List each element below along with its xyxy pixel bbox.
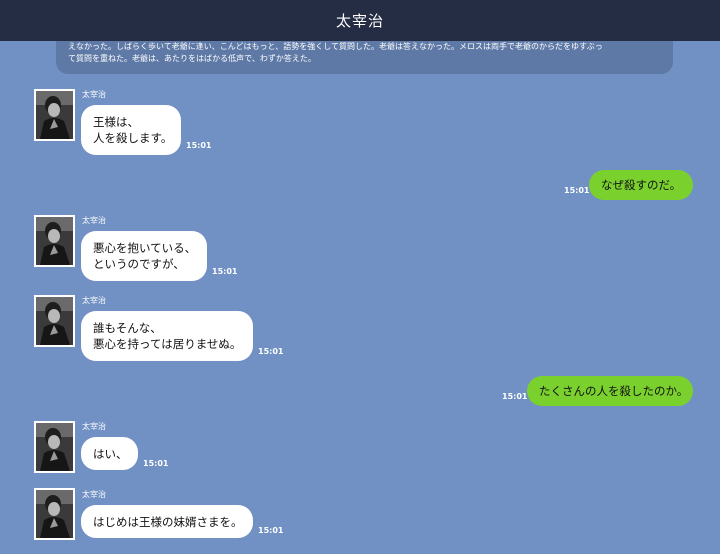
incoming-message-bubble[interactable]: 王様は、 人を殺します。: [81, 105, 181, 155]
outgoing-message-bubble[interactable]: なぜ殺すのだ。: [589, 170, 693, 200]
author-portrait-icon: [36, 490, 73, 538]
sender-name: 太宰治: [82, 90, 106, 99]
sender-name: 太宰治: [82, 296, 106, 305]
avatar[interactable]: [34, 421, 75, 473]
message-text: というのですが、: [93, 257, 185, 271]
chat-header: 太宰治: [0, 0, 720, 41]
author-portrait-icon: [36, 423, 73, 471]
message-text: 悪心を持っては居りませぬ。: [93, 337, 242, 351]
sender-name: 太宰治: [82, 216, 106, 225]
message-time: 15:01: [258, 526, 284, 535]
author-portrait-icon: [36, 217, 73, 265]
author-portrait-icon: [36, 91, 73, 139]
sender-name: 太宰治: [82, 490, 106, 499]
message-time: 15:01: [186, 141, 212, 150]
author-portrait-icon: [36, 297, 73, 345]
avatar[interactable]: [34, 89, 75, 141]
message-text: 誰もそんな、: [93, 321, 162, 335]
message-text: はじめは王様の妹婿さまを。: [93, 514, 243, 529]
avatar[interactable]: [34, 295, 75, 347]
outgoing-message-bubble[interactable]: たくさんの人を殺したのか。: [527, 376, 693, 406]
message-text: 人を殺します。: [93, 131, 173, 145]
message-time: 15:01: [502, 392, 528, 401]
chat-title: 太宰治: [335, 12, 384, 30]
message-text: なぜ殺すのだ。: [601, 178, 682, 192]
message-text: はい、: [93, 446, 128, 461]
incoming-message-bubble[interactable]: はい、: [81, 437, 138, 470]
message-time: 15:01: [564, 186, 590, 195]
message-text: たくさんの人を殺したのか。: [539, 384, 689, 398]
incoming-message-bubble[interactable]: はじめは王様の妹婿さまを。: [81, 505, 253, 538]
incoming-message-bubble[interactable]: 悪心を抱いている、 というのですが、: [81, 231, 207, 281]
sender-name: 太宰治: [82, 422, 106, 431]
incoming-message-bubble[interactable]: 誰もそんな、 悪心を持っては居りませぬ。: [81, 311, 253, 361]
avatar[interactable]: [34, 488, 75, 540]
message-time: 15:01: [212, 267, 238, 276]
message-time: 15:01: [258, 347, 284, 356]
message-time: 15:01: [143, 459, 169, 468]
narration-line: えなかった。しばらく歩いて老爺に逢い、こんどはもっと、語勢を強くして質問した。老…: [68, 42, 603, 51]
narration-banner: えなかった。しばらく歩いて老爺に逢い、こんどはもっと、語勢を強くして質問した。老…: [56, 41, 673, 74]
avatar[interactable]: [34, 215, 75, 267]
message-text: 悪心を抱いている、: [93, 241, 197, 255]
narration-line: て質問を重ねた。老爺は、あたりをはばかる低声で、わずか答えた。: [68, 54, 316, 63]
message-text: 王様は、: [93, 115, 139, 129]
